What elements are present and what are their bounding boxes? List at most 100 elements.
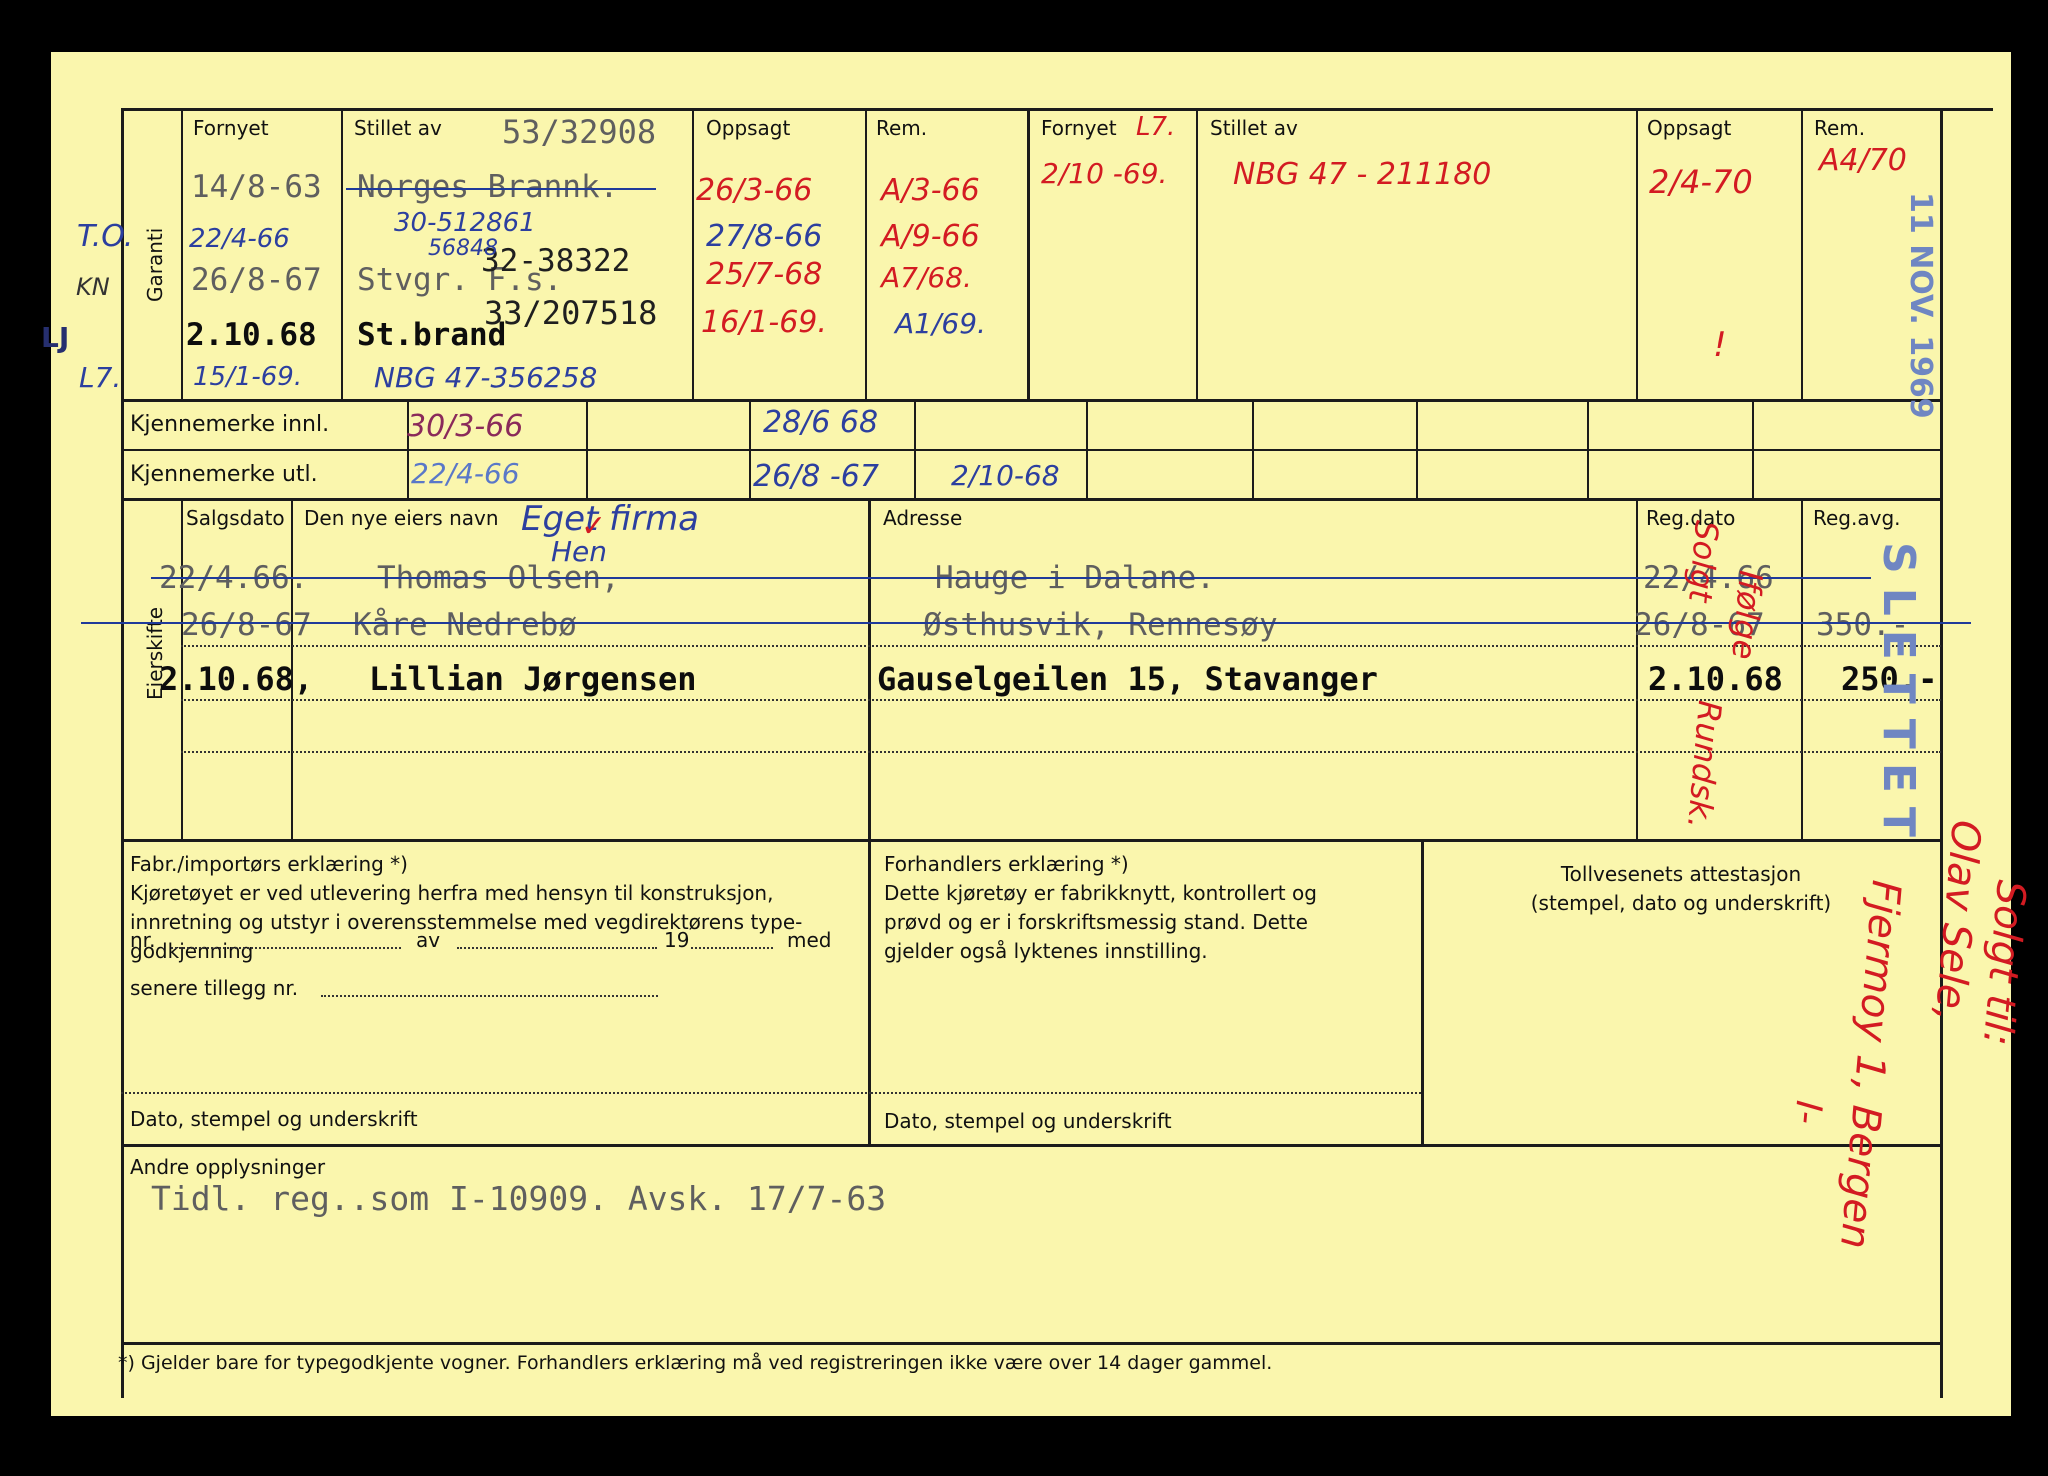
label-nye-eiers-navn: Den nye eiers navn <box>304 506 499 530</box>
row-dash <box>181 699 1941 701</box>
hand-fornyet: 22/4-66 <box>189 224 290 254</box>
col-line <box>1636 498 1638 840</box>
label-kjennemerke-innl: Kjennemerke innl. <box>130 412 330 437</box>
label-rem: Rem. <box>876 116 928 140</box>
hand-rem: A/3-66 <box>881 173 980 208</box>
stillet-number-3: 33/207518 <box>484 294 658 332</box>
fabr-line: Kjøretøyet er ved utlevering herfra med … <box>130 881 774 905</box>
row-dash <box>181 751 1941 753</box>
label-oppsagt: Oppsagt <box>706 116 791 140</box>
toll-line: (stempel, dato og underskrift) <box>1530 891 1832 915</box>
fabr-senere-label: senere tillegg nr. <box>130 976 299 1000</box>
row-dash <box>871 1092 1421 1094</box>
hand-rem: A/9-66 <box>881 219 980 254</box>
strike-line <box>151 577 1871 579</box>
red-note: Fjermoy 1, Bergen <box>1830 878 1909 1251</box>
col-line <box>749 399 751 499</box>
kjenn-innl-entry: 28/6 68 <box>763 405 879 440</box>
fabr-line: innretning og utstyr i overensstemmelse … <box>130 910 803 934</box>
salgsdato-entry: 2.10.68, <box>159 660 314 698</box>
label-rem-right: Rem. <box>1814 116 1866 140</box>
col-line <box>692 108 694 400</box>
fill-line <box>457 947 657 949</box>
hand-stillet: NBG 47-356258 <box>374 361 598 394</box>
label-fornyet: Fornyet <box>193 116 269 140</box>
margin-note: LJ <box>41 321 70 354</box>
hand-oppsagt: 26/3-66 <box>696 173 813 208</box>
hand-oppsagt: 27/8-66 <box>706 219 823 254</box>
col-line <box>914 399 916 499</box>
hand-fornyet: 15/1-69. <box>193 362 303 392</box>
hand-rem: A1/69. <box>895 307 986 340</box>
slettet-stamp: SLETTET <box>1873 542 1924 851</box>
reg-dato-entry: 2.10.68 <box>1648 660 1783 698</box>
row-dash <box>181 645 1941 647</box>
footnote: *) Gjelder bare for typegodkjente vogner… <box>118 1352 1273 1374</box>
forhandler-line: gjelder også lyktenes innstilling. <box>884 939 1208 963</box>
label-stillet-av-right: Stillet av <box>1210 116 1298 140</box>
toll-line: Tollvesenets attestasjon <box>1560 862 1802 886</box>
eier-navn-entry: Kåre Nedrebø <box>353 607 577 643</box>
adresse-entry: Østhusvik, Rennesøy <box>923 607 1278 643</box>
red-mark: ! <box>1713 325 1727 365</box>
hand-eier-note: ✓ <box>581 509 607 544</box>
registration-card: Fornyet Stillet av Oppsagt Rem. Fornyet … <box>41 52 2034 1416</box>
dato-stempel-fabr: Dato, stempel og underskrift <box>130 1107 418 1131</box>
stillet-number: 53/32908 <box>502 113 657 151</box>
eier-navn-entry: Lillian Jørgensen <box>369 660 697 698</box>
col-line <box>1587 399 1589 499</box>
fornyet-entry: 2.10.68 <box>186 317 317 353</box>
forhandler-line: prøvd og er i forskriftsmessig stand. De… <box>884 910 1308 934</box>
hand-oppsagt: 25/7-68 <box>706 257 823 292</box>
right-oppsagt: 2/4-70 <box>1649 163 1753 201</box>
stillet-number-2: 32-38322 <box>481 243 631 279</box>
dato-stempel-forhandler: Dato, stempel og underskrift <box>884 1109 1172 1133</box>
label-reg-avg: Reg.avg. <box>1813 506 1901 530</box>
kjenn-innl-entry: 30/3-66 <box>407 409 524 444</box>
date-stamp: 11 NOV. 1969 <box>1903 192 1938 419</box>
label-stillet-av: Stillet av <box>354 116 442 140</box>
col-line <box>1801 498 1803 840</box>
fornyet-entry: 14/8-63 <box>191 169 322 205</box>
hand-eier-note: Eget firma <box>521 499 700 539</box>
col-line <box>586 399 588 499</box>
right-fornyet: 2/10 -69. <box>1041 157 1168 190</box>
hand-stillet: 56848 <box>428 236 498 261</box>
col-line <box>1752 399 1754 499</box>
hand-rem: A7/68. <box>881 261 972 294</box>
forhandler-line: Dette kjøretøy er fabrikknytt, kontrolle… <box>884 881 1317 905</box>
label-kjennemerke-utl: Kjennemerke utl. <box>130 462 318 487</box>
kjenn-utl-entry: 2/10-68 <box>951 459 1060 492</box>
label-oppsagt-right: Oppsagt <box>1647 116 1732 140</box>
fornyet-entry: 26/8-67 <box>191 262 322 298</box>
red-note: Solgt til: <box>1973 878 2034 1048</box>
row-dash <box>121 1092 871 1094</box>
col-line <box>1196 108 1198 400</box>
adresse-entry: Gauselgeilen 15, Stavanger <box>877 660 1378 698</box>
col-line <box>1416 399 1418 499</box>
fabr-aar-label: 19 <box>664 928 690 952</box>
row-line <box>121 449 1943 451</box>
col-line <box>1801 108 1803 400</box>
garanti-col-line <box>181 108 183 400</box>
fabr-av-label: av <box>416 928 441 952</box>
fill-line <box>691 947 773 949</box>
col-line <box>1086 399 1088 499</box>
kjenn-utl-entry: 26/8 -67 <box>753 459 879 494</box>
col-line <box>865 108 867 400</box>
col-line <box>1027 108 1030 400</box>
fabr-title: Fabr./importørs erklæring *) <box>130 852 408 876</box>
row-line <box>121 498 1943 501</box>
col-line <box>1252 399 1254 499</box>
col-line <box>341 108 343 400</box>
strike-line <box>81 622 1971 624</box>
fill-line <box>321 995 658 997</box>
row-line <box>121 399 1943 402</box>
right-stillet: NBG 47 - 211180 <box>1233 157 1492 192</box>
frame-top <box>121 108 1993 111</box>
strike-line <box>346 188 656 190</box>
fabr-line: godkjenning <box>130 939 254 963</box>
right-fornyet: L7. <box>1136 112 1176 142</box>
label-garanti: Garanti <box>143 227 167 302</box>
right-rem: A4/70 <box>1819 143 1907 178</box>
